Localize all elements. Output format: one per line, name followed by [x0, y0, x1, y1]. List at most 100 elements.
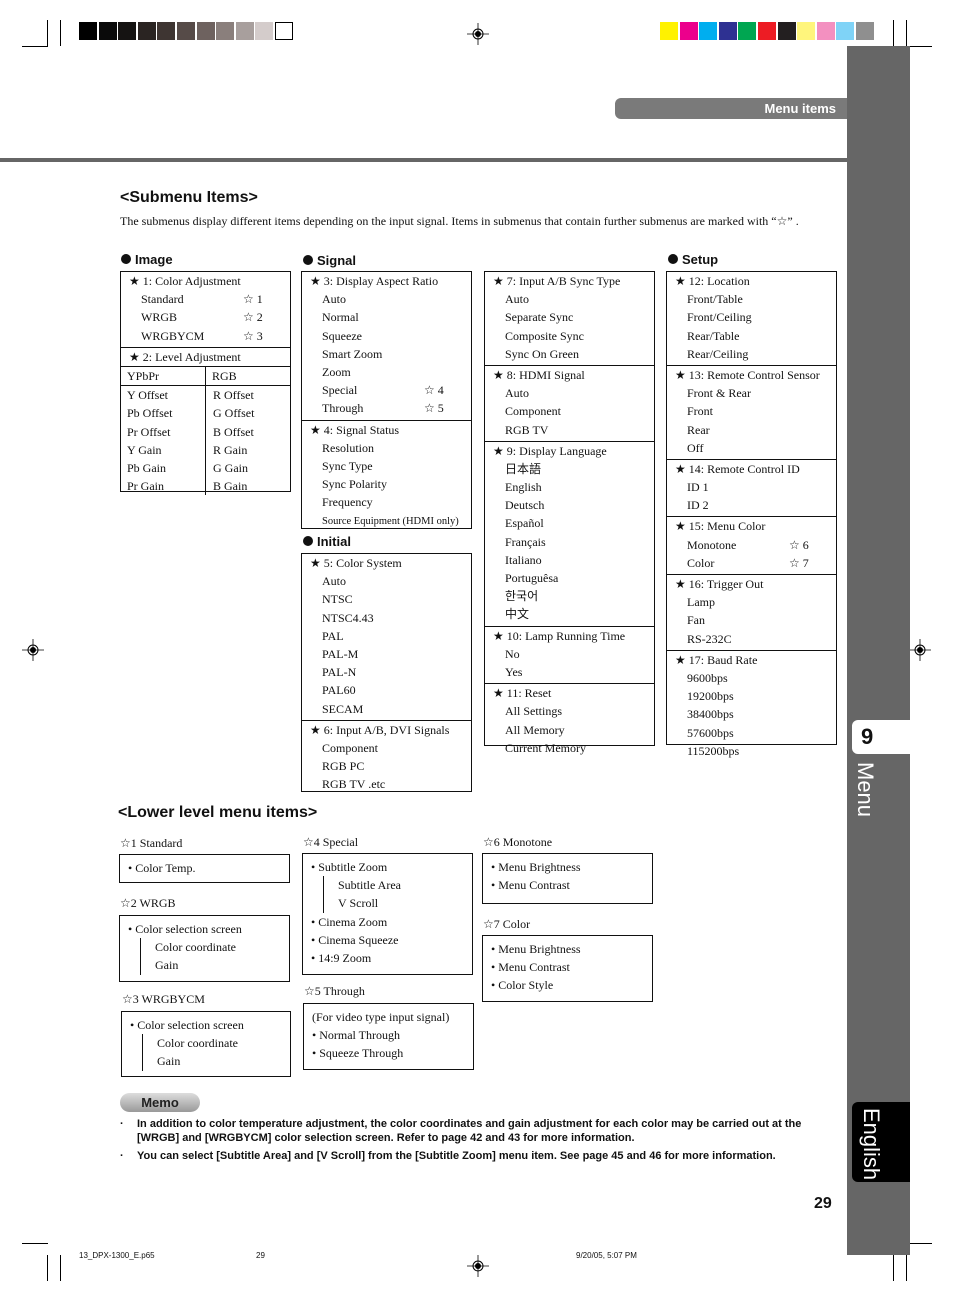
- level-cell: B Offset: [213, 424, 254, 439]
- level-cell: R Offset: [213, 388, 254, 403]
- menu-group-head: ★ 16: Trigger Out: [675, 577, 764, 591]
- crop-mark: [893, 1255, 894, 1281]
- menu-group-head: ★ 2: Level Adjustment: [129, 349, 241, 364]
- menu-item: ID 1: [687, 480, 709, 495]
- lower-box-wrgb: • Color selection screen Color coordinate…: [119, 915, 290, 982]
- memo-note: · In addition to color temperature adjust…: [120, 1118, 802, 1144]
- menu-item: Sync Polarity: [322, 477, 387, 492]
- color-swatch: [679, 22, 698, 40]
- section-heading-signal: Signal: [303, 253, 356, 268]
- menu-item: English: [505, 480, 542, 495]
- submenu-ref: ☆ 1: [243, 292, 263, 307]
- registration-mark-icon: [909, 639, 931, 661]
- bullet-icon: [303, 255, 313, 265]
- section-heading-initial: Initial: [303, 534, 351, 549]
- menu-item: Front/Ceiling: [687, 310, 752, 325]
- memo-note: · You can select [Subtitle Area] and [V S…: [120, 1150, 776, 1162]
- lower-item: Gain: [142, 1052, 282, 1071]
- bullet-icon: [121, 254, 131, 264]
- page-number: 29: [814, 1195, 832, 1212]
- menu-item: Auto: [322, 574, 346, 589]
- menu-item: 38400bps: [687, 707, 734, 722]
- level-cell: Y Gain: [127, 442, 162, 457]
- section-heading-setup: Setup: [668, 252, 718, 267]
- menu-group-head: ★ 1: Color Adjustment: [129, 274, 241, 288]
- menu-item: PAL60: [322, 683, 356, 698]
- menu-item: PAL: [322, 628, 344, 643]
- gray-swatch: [255, 22, 274, 40]
- menu-group-head: ★ 17: Baud Rate: [675, 652, 758, 667]
- submenu-ref: ☆ 6: [789, 537, 809, 552]
- menu-item: Portuguêsa: [505, 571, 559, 585]
- menu-group: ★ 11: Reset All Settings All Memory Current…: [485, 684, 654, 759]
- signal-menu-box: ★ 3: Display Aspect Ratio Auto Normal Squee…: [301, 271, 472, 529]
- language-label: English: [859, 1108, 884, 1181]
- menu-item: Composite Sync: [505, 328, 585, 343]
- level-cell: B Gain: [213, 479, 248, 494]
- lower-box-head: ☆6 Monotone: [483, 835, 553, 849]
- menu-item: Current Memory: [505, 740, 586, 755]
- menu-group-head: ★ 9: Display Language: [493, 443, 607, 458]
- lower-item: V Scroll: [323, 894, 464, 913]
- lower-item: • Subtitle Zoom: [311, 860, 388, 874]
- lower-item: • Menu Contrast: [491, 878, 570, 893]
- footer-page: 29: [256, 1251, 265, 1260]
- setup-menu-box: ★ 12: Location Front/Table Front/Ceiling Re…: [666, 271, 837, 758]
- lower-box-color: • Menu Brightness • Menu Contrast • Color …: [482, 935, 653, 1002]
- lower-item: • Cinema Squeeze: [311, 932, 399, 947]
- menu-item: Sync Type: [322, 458, 373, 473]
- menu-item: Français: [505, 534, 546, 549]
- registration-mark-icon: [467, 23, 489, 45]
- color-swatch: [777, 22, 796, 40]
- color-swatch: [816, 22, 835, 40]
- menu-item: ID 2: [687, 498, 709, 513]
- gray-swatch: [196, 22, 215, 40]
- crop-mark: [22, 46, 48, 47]
- menu-item: Auto: [322, 292, 346, 307]
- menu-item: Deutsch: [505, 498, 545, 513]
- lower-item: • Color Style: [491, 978, 554, 993]
- color-swatch: [699, 22, 718, 40]
- menu-item: Normal: [322, 310, 359, 325]
- menu-group: ★ 15: Menu Color Monotone ☆ 6 Color ☆ 7: [667, 517, 836, 575]
- lower-item: • Menu Contrast: [491, 960, 570, 975]
- lower-item: • Color selection screen: [128, 922, 242, 936]
- level-cell: Pr Gain: [127, 479, 164, 494]
- menu-group: ★ 14: Remote Control ID ID 1 ID 2: [667, 460, 836, 518]
- registration-mark-icon: [467, 1255, 489, 1277]
- gray-swatch: [79, 22, 97, 40]
- lower-level-title: <Lower level menu items>: [118, 804, 318, 821]
- gray-swatch: [98, 22, 117, 40]
- menu-item: Special ☆ 4: [322, 383, 444, 398]
- chapter-name: Menu: [853, 762, 878, 818]
- menu-item: Zoom: [322, 364, 351, 379]
- initial-menu-box: ★ 5: Color System Auto NTSC NTSC4.43 PAL PAL-…: [301, 553, 472, 792]
- crop-mark: [60, 20, 61, 46]
- menu-item: Italiano: [505, 552, 542, 567]
- menu-item: Front/Table: [687, 292, 743, 307]
- menu-group: ★ 3: Display Aspect Ratio Auto Normal Squee…: [302, 272, 471, 421]
- lower-box-head: ☆3 WRGBYCM: [122, 992, 205, 1006]
- color-swatch: [856, 22, 874, 40]
- menu-item: WRGB ☆ 2: [141, 310, 263, 325]
- menu-group-head: ★ 13: Remote Control Sensor: [675, 367, 820, 382]
- lower-box-head: ☆4 Special: [303, 835, 359, 849]
- menu-group: ★ 16: Trigger Out Lamp Fan RS-232C: [667, 575, 836, 651]
- section-heading-image: Image: [121, 252, 173, 267]
- menu-group-head: ★ 14: Remote Control ID: [675, 461, 800, 476]
- lower-box-head: ☆2 WRGB: [120, 896, 176, 910]
- crop-mark: [906, 20, 907, 46]
- lower-item: • 14:9 Zoom: [311, 950, 372, 965]
- color-swatch: [718, 22, 737, 40]
- lower-box-head: ☆5 Through: [304, 984, 365, 998]
- level-table-header: YPbPr RGB: [121, 365, 290, 387]
- submenu-ref: ☆ 5: [424, 401, 444, 416]
- menu-item: Fan: [687, 613, 705, 628]
- level-cell: Pr Offset: [127, 424, 171, 439]
- footer-filename: 13_DPX-1300_E.p65: [79, 1251, 155, 1260]
- menu-item: NTSC: [322, 592, 353, 607]
- menu-item: 中文: [505, 607, 530, 622]
- lower-item: Color coordinate: [140, 938, 281, 957]
- menu-group: ★ 8: HDMI Signal Auto Component RGB TV: [485, 366, 654, 442]
- menu-item: Rear/Ceiling: [687, 346, 749, 361]
